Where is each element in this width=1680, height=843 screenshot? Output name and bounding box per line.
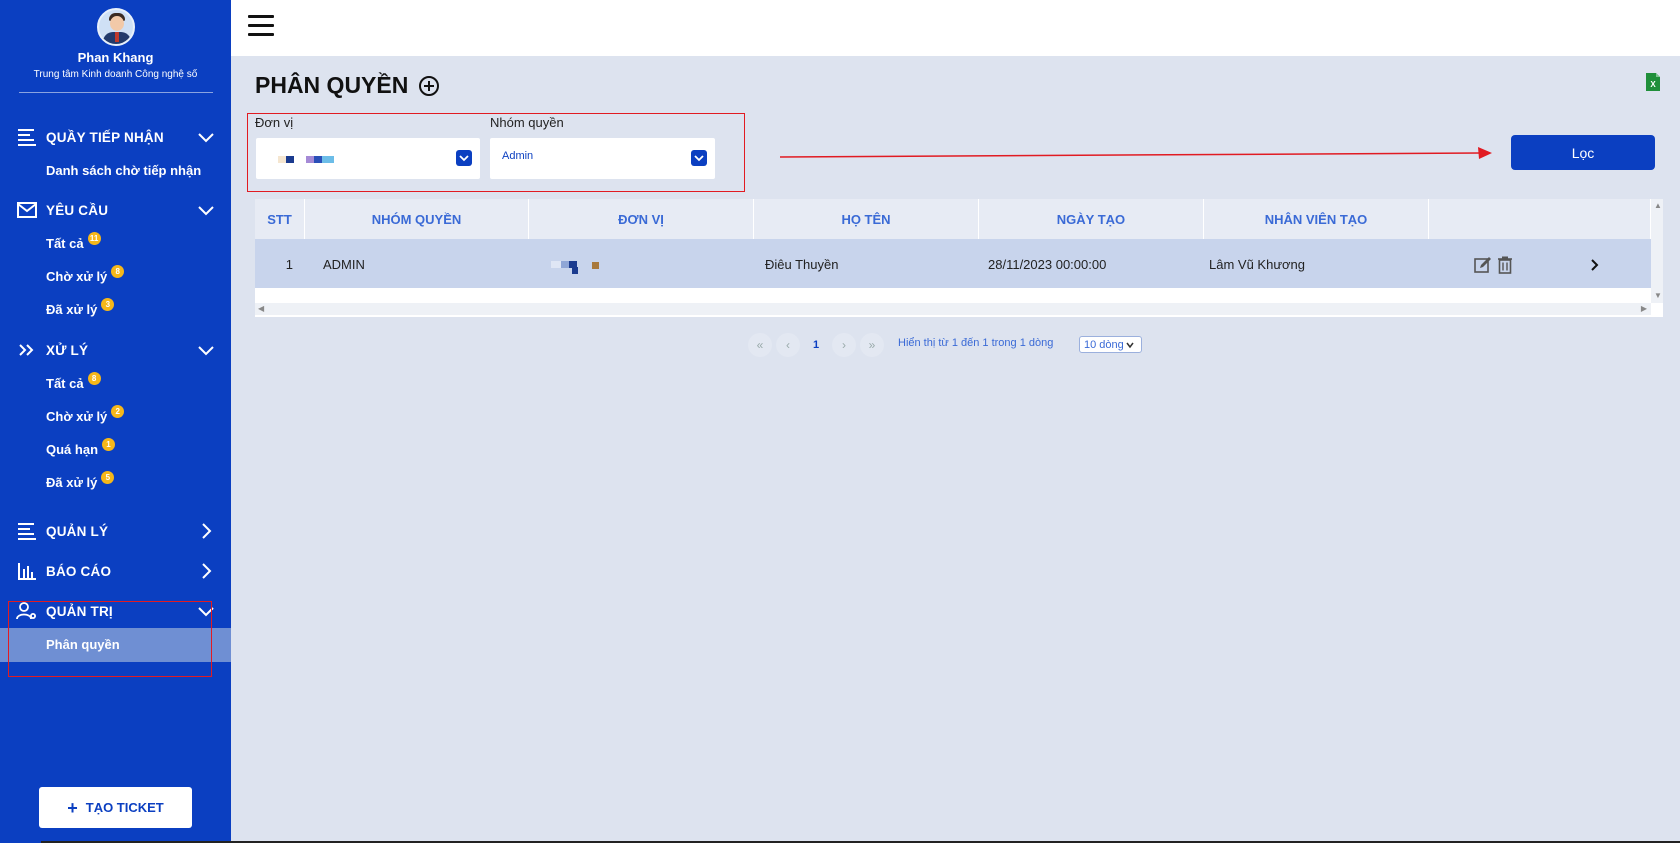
list-icon (16, 127, 38, 147)
cell-nhom-quyen: ADMIN (323, 256, 365, 272)
menu-quan-ly[interactable]: QUẢN LÝ (16, 519, 221, 543)
sidebar-item-xl-da-xu-ly[interactable]: Đã xử lý 5 (46, 471, 115, 490)
svg-text:X: X (1650, 80, 1656, 89)
cell-actions (1429, 239, 1651, 289)
delete-icon[interactable] (1497, 256, 1513, 274)
bar-chart-icon (16, 561, 38, 581)
menu-bao-cao[interactable]: BÁO CÁO (16, 559, 221, 583)
sidebar-item-yc-cho-xu-ly[interactable]: Chờ xử lý 8 (46, 265, 125, 284)
page-title-text: PHÂN QUYỀN (255, 72, 409, 98)
double-chevron-right-icon (16, 340, 38, 360)
col-nhan-vien-tao[interactable]: NHÂN VIÊN TẠO (1204, 199, 1429, 239)
pagination-info: Hiển thị từ 1 đến 1 trong 1 dòng (898, 337, 1054, 349)
count-badge: 2 (111, 405, 125, 418)
highlight-box-filters (247, 113, 745, 192)
annotation-arrow (780, 147, 1492, 159)
count-badge: 5 (101, 471, 115, 484)
count-badge: 1 (102, 438, 116, 451)
menu-item-label: Đã xử lý (46, 475, 98, 490)
col-ho-ten[interactable]: HỌ TÊN (754, 199, 979, 239)
col-don-vi[interactable]: ĐƠN VỊ (529, 199, 754, 239)
filter-button[interactable]: Lọc (1511, 135, 1655, 170)
col-actions (1429, 199, 1651, 239)
permissions-table: STT NHÓM QUYỀN ĐƠN VỊ HỌ TÊN NGÀY TẠO NH… (255, 199, 1663, 317)
count-badge: 3 (101, 298, 115, 311)
sidebar-item-yc-tat-ca[interactable]: Tất cả 11 (46, 232, 101, 251)
create-ticket-button[interactable]: + TẠO TICKET (39, 787, 192, 828)
hamburger-menu-icon[interactable] (248, 15, 274, 37)
prev-page-button[interactable]: ‹ (776, 333, 800, 357)
vertical-scrollbar[interactable]: ▲ ▼ (1651, 199, 1663, 303)
page-size-value: 10 dòng (1084, 338, 1124, 351)
cell-nhan-vien-tao: Lâm Vũ Khương (1209, 256, 1306, 272)
cell-don-vi (529, 239, 754, 289)
cell-ngay-tao: 28/11/2023 00:00:00 (988, 256, 1107, 272)
menu-item-label: Danh sách chờ tiếp nhận (46, 163, 202, 178)
user-name: Phan Khang (77, 50, 154, 65)
sidebar-item-yc-da-xu-ly[interactable]: Đã xử lý 3 (46, 298, 115, 317)
chevron-right-icon[interactable] (1589, 258, 1601, 272)
user-org: Trung tâm Kinh doanh Công nghệ số (33, 69, 198, 80)
mail-icon (16, 200, 38, 220)
count-badge: 11 (87, 232, 101, 245)
sidebar: Phan Khang Trung tâm Kinh doanh Công ngh… (0, 0, 231, 843)
table-row[interactable]: 1 ADMIN Điêu Thuyền 28/11/2023 00:00:00 … (255, 239, 1651, 289)
pagination: « ‹ 1 › » (748, 333, 884, 357)
chevron-right-icon[interactable] (197, 562, 215, 580)
col-nhom-quyen[interactable]: NHÓM QUYỀN (305, 199, 529, 239)
cell-ho-ten: Điêu Thuyền (765, 256, 839, 272)
last-page-button[interactable]: » (860, 333, 884, 357)
excel-export-icon[interactable]: X (1645, 72, 1661, 92)
highlight-box-sidebar (8, 601, 212, 677)
menu-item-label: Quá hạn (46, 442, 99, 457)
page-size-select[interactable]: 10 dòng (1079, 336, 1142, 353)
menu-item-label: Chờ xử lý (46, 409, 108, 424)
list-icon (16, 521, 38, 541)
first-page-button[interactable]: « (748, 333, 772, 357)
user-profile: Phan Khang Trung tâm Kinh doanh Công ngh… (0, 0, 231, 93)
chevron-down-icon[interactable] (197, 201, 215, 219)
sidebar-item-danh-sach-cho[interactable]: Danh sách chờ tiếp nhận (46, 163, 201, 178)
col-ngay-tao[interactable]: NGÀY TẠO (979, 199, 1204, 239)
chevron-down-icon[interactable] (197, 341, 215, 359)
edit-icon[interactable] (1474, 256, 1492, 274)
next-page-button[interactable]: › (832, 333, 856, 357)
menu-xu-ly[interactable]: XỬ LÝ (16, 338, 221, 362)
chevron-right-icon[interactable] (197, 522, 215, 540)
sidebar-item-xl-cho-xu-ly[interactable]: Chờ xử lý 2 (46, 405, 125, 424)
cell-stt: 1 (285, 256, 293, 272)
create-ticket-label: TẠO TICKET (85, 800, 164, 815)
menu-item-label: Chờ xử lý (46, 269, 108, 284)
top-bar (231, 0, 1680, 56)
table-header: STT NHÓM QUYỀN ĐƠN VỊ HỌ TÊN NGÀY TẠO NH… (255, 199, 1651, 239)
page-1-button[interactable]: 1 (804, 333, 828, 357)
menu-quay-tiep-nhan[interactable]: QUẦY TIẾP NHẬN (16, 125, 221, 149)
menu-label: QUẦY TIẾP NHẬN (46, 129, 164, 145)
add-circle-icon[interactable] (418, 75, 440, 97)
menu-item-label: Tất cả (46, 236, 84, 251)
menu-yeu-cau[interactable]: YÊU CẦU (16, 198, 221, 222)
page-title: PHÂN QUYỀN (255, 72, 440, 99)
redacted-pixel (592, 262, 599, 269)
sidebar-item-xl-qua-han[interactable]: Quá hạn 1 (46, 438, 116, 457)
avatar (96, 8, 135, 46)
plus-icon: + (67, 797, 78, 818)
menu-label: BÁO CÁO (46, 563, 112, 579)
chevron-down-icon[interactable] (197, 128, 215, 146)
menu-label: QUẢN LÝ (46, 523, 109, 539)
redacted-pixel (551, 261, 561, 268)
redacted-pixel (561, 261, 569, 268)
menu-item-label: Đã xử lý (46, 302, 98, 317)
divider (18, 92, 213, 93)
menu-label: YÊU CẦU (46, 202, 109, 218)
menu-item-label: Tất cả (46, 376, 84, 391)
sidebar-item-xl-tat-ca[interactable]: Tất cả 8 (46, 372, 101, 391)
chevron-down-icon (1126, 342, 1134, 348)
count-badge: 8 (87, 372, 101, 385)
count-badge: 8 (111, 265, 125, 278)
menu-label: XỬ LÝ (46, 342, 89, 358)
redacted-pixel (572, 267, 578, 274)
horizontal-scrollbar[interactable]: ◀ ▶ (255, 303, 1651, 315)
col-stt[interactable]: STT (255, 199, 305, 239)
